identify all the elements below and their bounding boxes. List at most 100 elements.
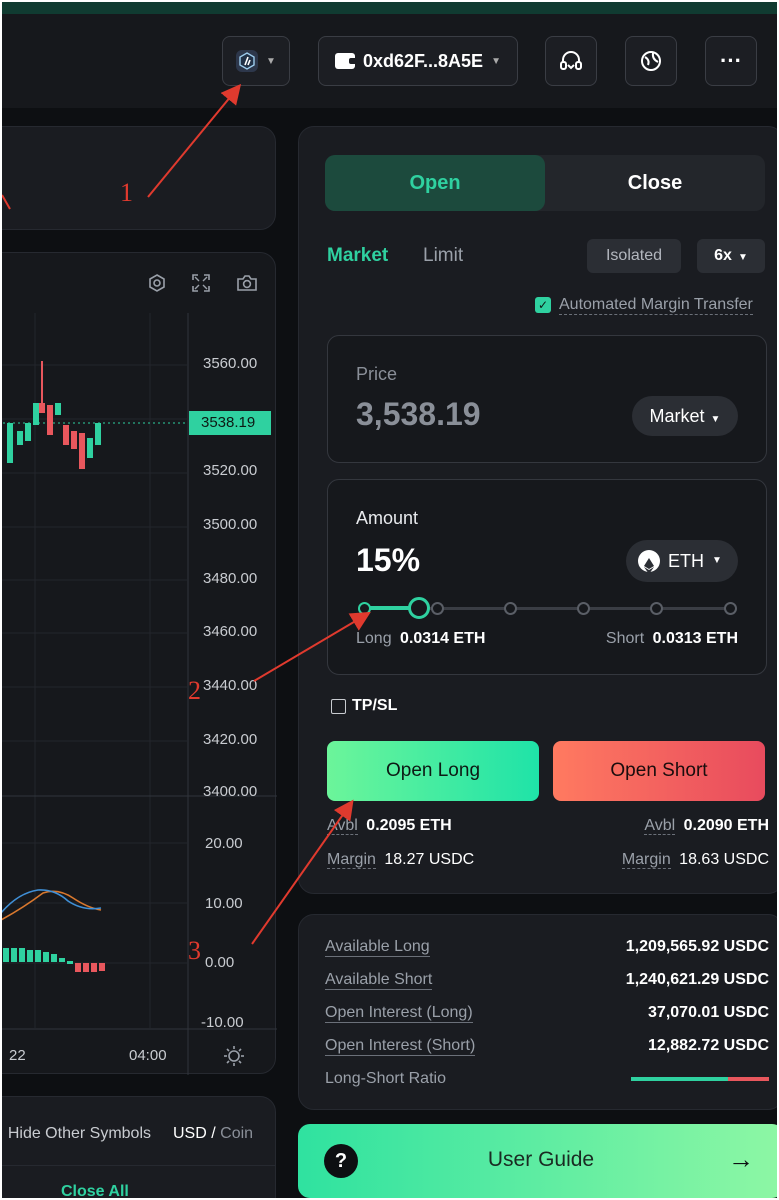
headset-icon — [560, 51, 582, 70]
network-selector[interactable]: ▼ — [222, 36, 290, 86]
open-long-button[interactable]: Open Long — [327, 741, 539, 801]
globe-icon — [641, 51, 661, 71]
support-button[interactable] — [545, 36, 597, 86]
sun-icon[interactable] — [223, 1045, 245, 1067]
histogram-bar — [59, 958, 65, 962]
tab-close[interactable]: Close — [545, 155, 765, 211]
coin-option[interactable]: Coin — [220, 1125, 253, 1142]
user-guide-button[interactable]: ? User Guide → — [298, 1124, 777, 1198]
histogram-bar — [75, 963, 81, 972]
close-all-button[interactable]: Close All — [61, 1183, 129, 1198]
auto-margin-label[interactable]: Automated Margin Transfer — [559, 296, 753, 315]
order-type-market[interactable]: Market — [327, 245, 388, 267]
long-amount: Long 0.0314 ETH — [356, 630, 486, 647]
candle — [25, 423, 31, 441]
amount-slider[interactable] — [356, 596, 740, 620]
market-stats-panel: Available Long 1,209,565.92 USDC Availabl… — [298, 914, 777, 1110]
unit-toggle[interactable]: USD / Coin — [173, 1125, 253, 1143]
hide-other-symbols[interactable]: Hide Other Symbols — [2, 1125, 151, 1143]
indicator-tick: 20.00 — [205, 835, 243, 852]
histogram-bar — [91, 963, 97, 972]
slider-stop[interactable] — [358, 602, 371, 615]
candle — [95, 423, 101, 445]
price-tick: 3500.00 — [203, 516, 258, 533]
price-tick: 3460.00 — [203, 623, 258, 640]
app-frame: ▼ 0xd62F...8A5E ▼ ··· 3560.00 3538.19 35… — [2, 2, 777, 1198]
margin-mode-button[interactable]: Isolated — [587, 239, 681, 273]
price-label: Price — [356, 364, 398, 384]
price-tick: 3560.00 — [203, 355, 258, 372]
current-price-tag: 3538.19 — [189, 411, 271, 435]
histogram-bar — [67, 961, 73, 964]
candle — [71, 431, 77, 449]
candle — [87, 438, 93, 458]
candle — [79, 433, 85, 469]
price-tick: 3400.00 — [203, 783, 258, 797]
indicator-tick: 0.00 — [205, 954, 235, 971]
histogram-bar — [83, 963, 89, 972]
price-box: Price 3,538.19 Market ▼ — [327, 335, 767, 463]
stat-oi-long: Open Interest (Long) 37,070.01 USDC — [325, 1003, 769, 1023]
amount-label: Amount — [356, 508, 419, 528]
price-tick: 3420.00 — [203, 731, 258, 748]
histogram-bar — [11, 948, 17, 962]
price-value: 3,538.19 — [356, 396, 481, 432]
slider-stop[interactable] — [577, 602, 590, 615]
more-button[interactable]: ··· — [705, 36, 757, 86]
slider-stop[interactable] — [504, 602, 517, 615]
ratio-bar-long — [631, 1077, 728, 1081]
globe-button[interactable] — [625, 36, 677, 86]
order-type-limit[interactable]: Limit — [423, 245, 463, 267]
wallet-address: 0xd62F...8A5E — [363, 50, 484, 71]
price-tick: 3520.00 — [203, 462, 258, 479]
stat-oi-short: Open Interest (Short) 12,882.72 USDC — [325, 1036, 769, 1056]
usd-option[interactable]: USD — [173, 1125, 207, 1142]
slider-handle[interactable] — [408, 597, 430, 619]
slider-stop[interactable] — [724, 602, 737, 615]
wallet-button[interactable]: 0xd62F...8A5E ▼ — [318, 36, 518, 86]
histogram-bar — [51, 954, 57, 962]
candle — [17, 431, 23, 445]
tpsl-label[interactable]: TP/SL — [352, 697, 397, 715]
avbl-short: Avbl 0.2090 ETH — [644, 817, 769, 835]
candle — [55, 403, 61, 415]
positions-divider — [2, 1165, 275, 1166]
annotation-number: 3 — [188, 936, 201, 965]
leverage-button[interactable]: 6x ▼ — [697, 239, 765, 273]
positions-panel: Hide Other Symbols USD / Coin Close All — [2, 1096, 276, 1198]
chart-panel: 3560.00 3538.19 3520.00 3500.00 3480.00 … — [2, 252, 277, 1075]
histogram-bar — [43, 952, 49, 962]
tab-open[interactable]: Open — [325, 155, 545, 211]
histogram-bar — [35, 950, 41, 962]
open-close-tabs: Open Close — [325, 155, 765, 211]
slider-stop[interactable] — [650, 602, 663, 615]
tpsl-checkbox[interactable] — [331, 699, 346, 714]
arrow-right-icon: → — [728, 1144, 754, 1174]
stat-available-short: Available Short 1,240,621.29 USDC — [325, 970, 769, 990]
time-label: 22 — [9, 1047, 26, 1064]
histogram-bar — [27, 950, 33, 962]
chevron-down-icon: ▼ — [710, 414, 721, 425]
asset-select[interactable]: ETH ▼ — [626, 540, 738, 582]
slider-stop[interactable] — [431, 602, 444, 615]
indicator-tick: 10.00 — [205, 895, 243, 912]
candle — [39, 403, 45, 413]
chevron-down-icon: ▼ — [266, 55, 276, 67]
order-panel: Open Close Market Limit Isolated 6x ▼ ✓ A… — [298, 126, 777, 894]
histogram-bar — [99, 963, 105, 971]
margin-short: Margin 18.63 USDC — [621, 851, 769, 869]
annotation-number: 2 — [188, 676, 201, 705]
chevron-down-icon: ▼ — [737, 252, 748, 263]
chevron-down-icon: ▼ — [491, 55, 501, 67]
price-tick: 3440.00 — [203, 677, 258, 694]
top-strip — [2, 2, 777, 14]
chevron-down-icon: ▼ — [712, 555, 722, 566]
price-type-select[interactable]: Market ▼ — [632, 396, 738, 436]
candle — [63, 425, 69, 445]
amount-percent: 15% — [356, 542, 421, 578]
price-tick: 3480.00 — [203, 570, 258, 587]
auto-margin-checkbox[interactable]: ✓ — [535, 297, 551, 313]
eth-icon — [638, 550, 660, 574]
arbitrum-icon — [236, 50, 259, 72]
open-short-button[interactable]: Open Short — [553, 741, 765, 801]
